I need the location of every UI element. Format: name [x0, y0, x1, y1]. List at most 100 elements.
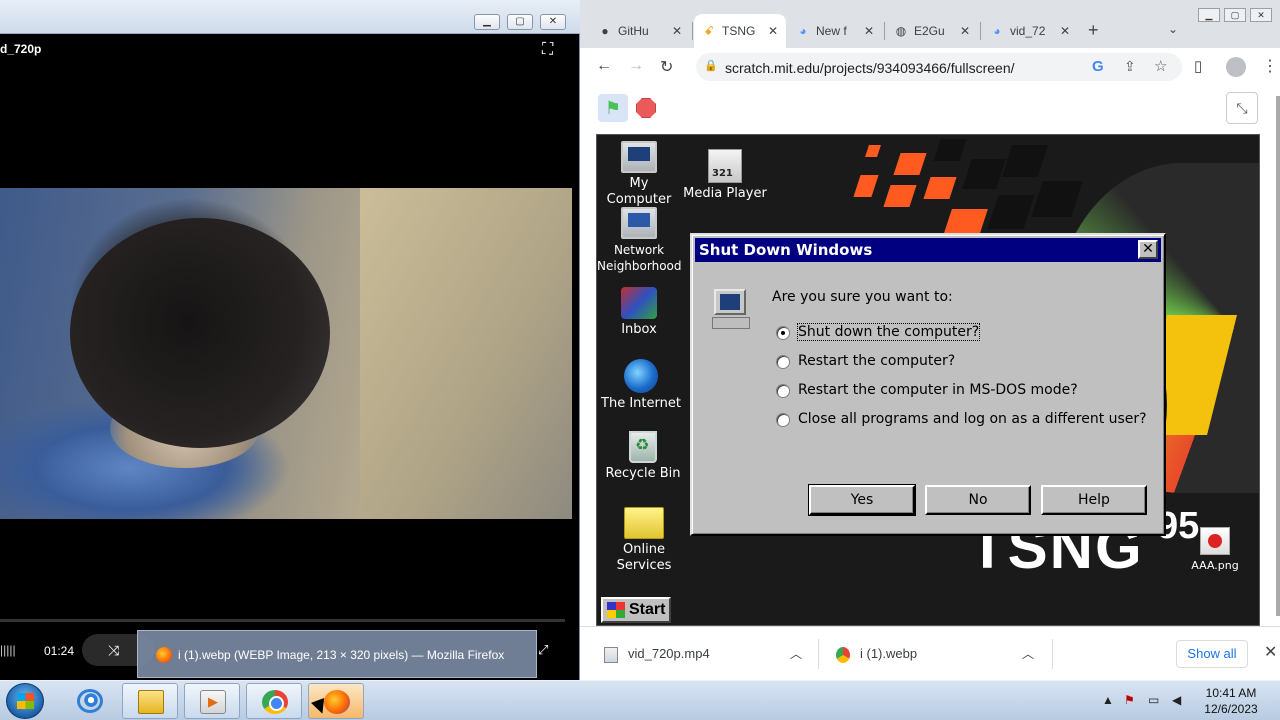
start-orb[interactable]: [6, 683, 44, 719]
bookmark-star-icon[interactable]: ☆: [1154, 57, 1167, 75]
yes-button[interactable]: Yes: [808, 484, 916, 516]
computer-base: [712, 317, 750, 329]
radio-button[interactable]: [776, 355, 790, 369]
icon-label: My Computer: [606, 176, 672, 207]
chrome-maximize-button[interactable]: ▢: [1224, 8, 1246, 22]
tab-label: New f: [816, 24, 847, 38]
tab-search-icon[interactable]: ⌄: [1168, 22, 1178, 36]
exit-fullscreen-icon[interactable]: ⤡: [1226, 92, 1258, 124]
chrome-close-button[interactable]: ✕: [1250, 8, 1272, 22]
system-clock[interactable]: 10:41 AM 12/6/2023: [1196, 685, 1266, 717]
side-panel-icon[interactable]: ▯: [1194, 57, 1202, 75]
tab-vid[interactable]: ◕ vid_72 ✕: [982, 14, 1078, 48]
tab-close-icon[interactable]: ✕: [1060, 14, 1070, 48]
logo-square: [1031, 181, 1083, 217]
url-text[interactable]: scratch.mit.edu/projects/934093466/fulls…: [725, 60, 1015, 76]
taskbar-media-player[interactable]: [184, 683, 240, 719]
dialog-close-button[interactable]: ✕: [1138, 240, 1158, 259]
file-explorer-icon: [138, 690, 164, 714]
media-player-window: ▁ ▢ ✕ d_720p ⛶ ||||| 01:24 ⤨ ⤢: [0, 0, 580, 680]
green-flag-icon[interactable]: ⚑: [598, 94, 628, 122]
close-button[interactable]: ✕: [540, 14, 566, 30]
logo-square: [987, 195, 1035, 229]
shut-down-dialog: Shut Down Windows ✕ Are you sure you wan…: [690, 233, 1166, 536]
chrome-icon: [262, 690, 288, 714]
volume-icon[interactable]: |||||: [0, 643, 16, 657]
image-file-icon: [1200, 527, 1230, 555]
video-frame[interactable]: [0, 188, 572, 519]
logo-square: [883, 185, 917, 207]
volume-icon[interactable]: ◀: [1172, 693, 1181, 707]
minimize-button[interactable]: ▁: [474, 14, 500, 30]
option-label[interactable]: Restart the computer in MS-DOS mode?: [798, 382, 1078, 398]
option-label[interactable]: Close all programs and log on as a diffe…: [798, 411, 1147, 427]
start-button[interactable]: Start: [601, 597, 671, 623]
desktop-icon-internet[interactable]: The Internet: [599, 359, 683, 412]
chevron-up-icon[interactable]: ︿: [1022, 641, 1034, 667]
taskbar-chrome[interactable]: [246, 683, 302, 719]
back-arrow-icon[interactable]: ←: [596, 57, 612, 75]
firefox-icon: [156, 647, 172, 663]
seek-bar[interactable]: [0, 619, 565, 622]
action-center-icon[interactable]: ⚑: [1124, 693, 1135, 707]
tooltip-text: i (1).webp (WEBP Image, 213 × 320 pixels…: [178, 648, 505, 662]
taskbar: ▲ ⚑ ▭ ◀ 10:41 AM 12/6/2023: [0, 680, 1280, 720]
desktop-icon-network[interactable]: Network Neighborhood: [597, 207, 682, 274]
fullscreen-toggle-icon[interactable]: ⤢: [538, 642, 548, 658]
forward-arrow-icon[interactable]: →: [628, 57, 644, 75]
show-all-button[interactable]: Show all: [1176, 640, 1248, 668]
close-shelf-icon[interactable]: ✕: [1264, 642, 1277, 662]
desktop-icon-aaa-png[interactable]: AAA.png: [1175, 527, 1255, 574]
stop-sign-icon[interactable]: [636, 98, 656, 118]
share-icon[interactable]: ⇪: [1124, 58, 1136, 75]
tab-close-icon[interactable]: ✕: [768, 14, 778, 48]
show-hidden-icons-icon[interactable]: ▲: [1102, 693, 1114, 707]
chevron-up-icon[interactable]: ︿: [790, 641, 802, 667]
icon-label: The Internet: [601, 396, 681, 411]
maximize-button[interactable]: ▢: [507, 14, 533, 30]
profile-avatar[interactable]: [1226, 57, 1246, 77]
radio-button[interactable]: [776, 413, 790, 427]
network-icon[interactable]: ▭: [1148, 693, 1159, 707]
tab-close-icon[interactable]: ✕: [672, 14, 682, 48]
tab-new[interactable]: ◕ New f ✕: [788, 14, 882, 48]
file-icon: [604, 646, 618, 663]
taskbar-ie[interactable]: [62, 683, 118, 719]
radio-button[interactable]: [776, 326, 790, 340]
google-icon[interactable]: G: [1092, 58, 1104, 75]
tab-tsng[interactable]: ꗃ TSNG ✕: [694, 14, 786, 48]
dialog-titlebar[interactable]: Shut Down Windows ✕: [695, 238, 1161, 262]
radio-button[interactable]: [776, 384, 790, 398]
lock-icon[interactable]: 🔒: [704, 59, 718, 72]
tab-e2gu[interactable]: ◍ E2Gu ✕: [886, 14, 978, 48]
video-background: [360, 188, 572, 519]
computer-icon: [712, 289, 750, 329]
desktop-icon-inbox[interactable]: Inbox: [597, 287, 681, 338]
video-title: d_720p: [0, 42, 42, 56]
logo-square: [865, 145, 881, 157]
option-label[interactable]: Shut down the computer?: [796, 323, 981, 341]
address-bar[interactable]: 🔒 scratch.mit.edu/projects/934093466/ful…: [696, 53, 1182, 81]
reload-icon[interactable]: ↻: [660, 57, 673, 77]
download-item-video[interactable]: vid_720p.mp4 ︿: [604, 641, 804, 667]
chrome-minimize-button[interactable]: ▁: [1198, 8, 1220, 22]
desktop-icon-recycle-bin[interactable]: Recycle Bin: [601, 431, 685, 482]
desktop-icon-my-computer[interactable]: My Computer: [597, 141, 681, 208]
desktop-icon-online-services[interactable]: Online Services: [603, 507, 685, 574]
download-item-image[interactable]: i (1).webp ︿: [836, 641, 1036, 667]
tab-close-icon[interactable]: ✕: [960, 14, 970, 48]
no-button[interactable]: No: [925, 485, 1031, 515]
github-icon: ●: [601, 24, 609, 38]
tab-close-icon[interactable]: ✕: [864, 14, 874, 48]
fullscreen-icon[interactable]: ⛶: [542, 41, 553, 59]
chrome-menu-icon[interactable]: ⋮: [1262, 56, 1278, 76]
taskbar-explorer[interactable]: [122, 683, 178, 719]
new-tab-button[interactable]: +: [1088, 20, 1099, 41]
icon-label: Network Neighborhood: [597, 243, 682, 273]
tab-github[interactable]: ● GitHu ✕: [590, 14, 690, 48]
media-player-titlebar[interactable]: ▁ ▢ ✕: [0, 0, 580, 34]
help-button[interactable]: Help: [1041, 485, 1147, 515]
scrollbar[interactable]: [1276, 96, 1280, 616]
option-label[interactable]: Restart the computer?: [798, 353, 955, 369]
desktop-icon-media-player[interactable]: Media Player: [679, 149, 771, 202]
